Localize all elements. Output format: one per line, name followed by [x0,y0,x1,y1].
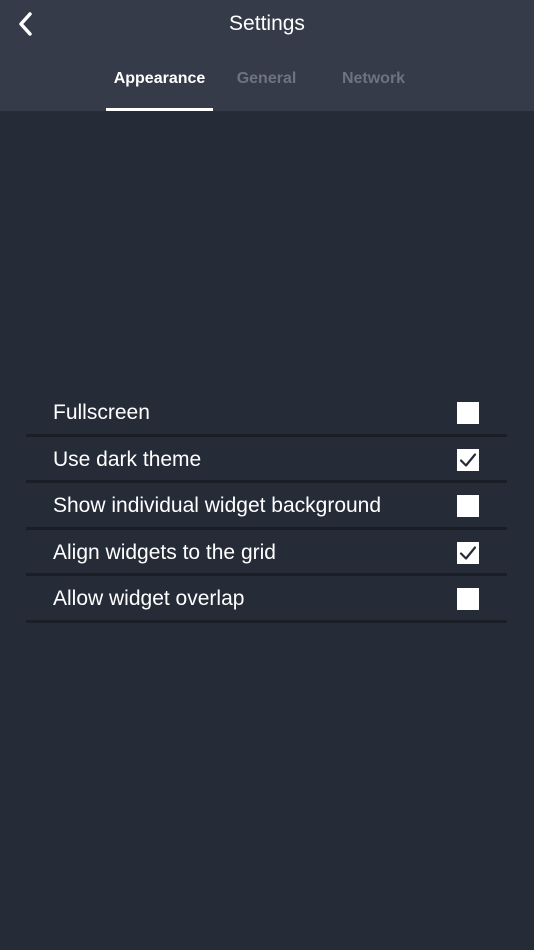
tab-label: Appearance [113,70,206,87]
tab-appearance[interactable]: Appearance [106,58,213,111]
option-row-widget-overlap[interactable]: Allow widget overlap [26,576,507,623]
checkmark-icon [459,545,477,560]
page-title: Settings [229,12,305,35]
widget-background-checkbox[interactable] [457,495,479,517]
tab-general[interactable]: General [213,58,320,111]
tab-label: General [236,70,297,87]
tab-label: Network [341,70,406,87]
header-bar: Settings Appearance General Network [0,0,534,111]
checkmark-icon [459,452,477,467]
tab-network[interactable]: Network [320,58,427,111]
option-row-dark-theme[interactable]: Use dark theme [26,437,507,483]
appearance-options-list: Fullscreen Use dark theme Show individua… [26,390,507,623]
tab-bar: Appearance General Network [0,58,534,111]
option-row-align-grid[interactable]: Align widgets to the grid [26,530,507,576]
option-label: Fullscreen [53,401,150,424]
option-row-fullscreen[interactable]: Fullscreen [26,390,507,437]
fullscreen-checkbox[interactable] [457,402,479,424]
option-label: Show individual widget background [53,494,382,517]
widget-overlap-checkbox[interactable] [457,588,479,610]
align-grid-checkbox[interactable] [457,541,479,564]
option-label: Align widgets to the grid [53,540,276,564]
dark-theme-checkbox[interactable] [457,448,479,471]
option-label: Allow widget overlap [53,587,245,610]
option-row-widget-background[interactable]: Show individual widget background [26,483,507,530]
option-label: Use dark theme [53,447,202,471]
active-tab-indicator [106,108,213,111]
